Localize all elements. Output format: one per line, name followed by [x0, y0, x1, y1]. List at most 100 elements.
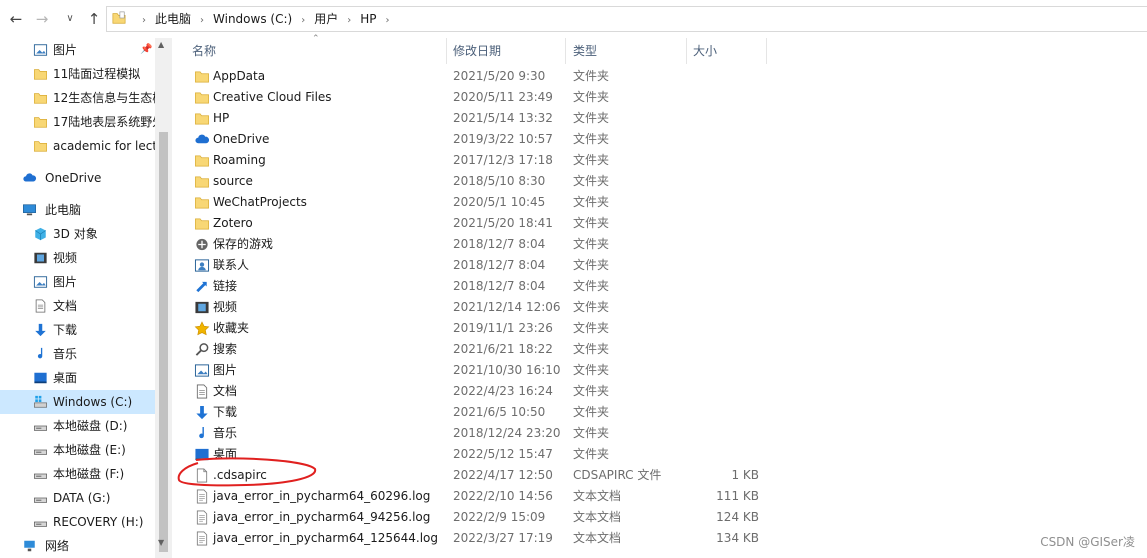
sidebar-scrollbar-thumb[interactable]: [159, 132, 168, 552]
file-type: 文件夹: [573, 153, 610, 167]
text-file-icon: [196, 510, 208, 525]
file-name: java_error_in_pycharm64_60296.log: [213, 489, 431, 503]
scroll-up-arrow-icon[interactable]: ▲: [158, 40, 164, 49]
file-row[interactable]: Creative Cloud Files 2020/5/11 23:49 文件夹: [172, 87, 772, 108]
file-row[interactable]: 链接 2018/12/7 8:04 文件夹: [172, 276, 772, 297]
column-divider[interactable]: [565, 38, 566, 64]
file-row[interactable]: HP 2021/5/14 13:32 文件夹: [172, 108, 772, 129]
breadcrumb-separator-icon[interactable]: ›: [142, 15, 146, 26]
column-date-header[interactable]: 修改日期: [453, 38, 501, 64]
breadcrumb-separator-icon[interactable]: ›: [301, 15, 305, 26]
sidebar-item[interactable]: 音乐: [0, 342, 155, 366]
breadcrumb-separator-icon[interactable]: ›: [200, 15, 204, 26]
sidebar-item[interactable]: 11陆面过程模拟: [0, 62, 155, 86]
file-date: 2021/6/21 18:22: [453, 342, 553, 356]
pictures-icon: [33, 44, 48, 56]
file-row[interactable]: java_error_in_pycharm64_125644.log 2022/3…: [172, 528, 772, 549]
file-name: 文档: [213, 384, 238, 398]
file-row[interactable]: AppData 2021/5/20 9:30 文件夹: [172, 66, 772, 87]
file-row[interactable]: 联系人 2018/12/7 8:04 文件夹: [172, 255, 772, 276]
file-row[interactable]: Zotero 2021/5/20 18:41 文件夹: [172, 213, 772, 234]
file-date: 2017/12/3 17:18: [453, 153, 553, 167]
address-bar[interactable]: › 此电脑 › Windows (C:) › 用户 › HP ›: [106, 6, 1147, 32]
column-size-header[interactable]: 大小: [693, 38, 717, 64]
file-type: 文本文档: [573, 510, 622, 524]
file-size: 1 KB: [731, 468, 759, 482]
forward-arrow-icon[interactable]: →: [32, 9, 52, 29]
file-row[interactable]: WeChatProjects 2020/5/1 10:45 文件夹: [172, 192, 772, 213]
text-file-icon: [196, 531, 208, 546]
folder-icon: [112, 11, 126, 24]
sidebar-item[interactable]: 17陆地表层系统野外: [0, 110, 155, 134]
sidebar-item[interactable]: 此电脑: [0, 198, 155, 222]
file-row[interactable]: java_error_in_pycharm64_94256.log 2022/2/…: [172, 507, 772, 528]
sidebar-item[interactable]: 12生态信息与生态模: [0, 86, 155, 110]
breadcrumb-item[interactable]: 用户: [314, 12, 338, 26]
file-row[interactable]: 下载 2021/6/5 10:50 文件夹: [172, 402, 772, 423]
cloud-icon: [195, 134, 210, 144]
file-name: OneDrive: [213, 132, 270, 146]
file-row[interactable]: 保存的游戏 2018/12/7 8:04 文件夹: [172, 234, 772, 255]
sidebar-item[interactable]: 图片 📌: [0, 38, 155, 62]
file-row[interactable]: 搜索 2021/6/21 18:22 文件夹: [172, 339, 772, 360]
sidebar-item[interactable]: 本地磁盘 (F:): [0, 462, 155, 486]
breadcrumb-item[interactable]: 此电脑: [155, 12, 191, 26]
file-row[interactable]: 图片 2021/10/30 16:10 文件夹: [172, 360, 772, 381]
sidebar-item[interactable]: 下载: [0, 318, 155, 342]
sidebar-item[interactable]: 网络: [0, 534, 155, 558]
sidebar-item[interactable]: academic for lect: [0, 134, 155, 158]
up-arrow-icon[interactable]: ↑: [84, 9, 104, 29]
file-date: 2021/5/20 18:41: [453, 216, 553, 230]
back-arrow-icon[interactable]: ←: [6, 9, 26, 29]
file-row[interactable]: 收藏夹 2019/11/1 23:26 文件夹: [172, 318, 772, 339]
file-row[interactable]: 文档 2022/4/23 16:24 文件夹: [172, 381, 772, 402]
sidebar-item[interactable]: 桌面: [0, 366, 155, 390]
breadcrumb-separator-icon[interactable]: ›: [347, 15, 351, 26]
file-name: java_error_in_pycharm64_94256.log: [213, 510, 431, 524]
sidebar-item[interactable]: 本地磁盘 (D:): [0, 414, 155, 438]
scroll-down-arrow-icon[interactable]: ▼: [158, 538, 164, 547]
column-divider[interactable]: [686, 38, 687, 64]
file-type: 文件夹: [573, 321, 610, 335]
sidebar-item[interactable]: DATA (G:): [0, 486, 155, 510]
breadcrumb-item[interactable]: HP: [360, 12, 376, 26]
file-row[interactable]: 桌面 2022/5/12 15:47 文件夹: [172, 444, 772, 465]
file-type: 文件夹: [573, 279, 610, 293]
file-row[interactable]: 音乐 2018/12/24 23:20 文件夹: [172, 423, 772, 444]
sidebar-item[interactable]: Windows (C:): [0, 390, 155, 414]
cloud-icon: [23, 173, 37, 182]
file-name: 音乐: [213, 426, 238, 440]
pin-icon[interactable]: 📌: [140, 38, 152, 62]
file-row[interactable]: java_error_in_pycharm64_60296.log 2022/2/…: [172, 486, 772, 507]
file-row[interactable]: .cdsapirc 2022/4/17 12:50 CDSAPIRC 文件 1 KB: [172, 465, 772, 486]
column-name-header[interactable]: 名称: [192, 38, 216, 64]
sidebar-item[interactable]: 本地磁盘 (E:): [0, 438, 155, 462]
sidebar-item[interactable]: RECOVERY (H:): [0, 510, 155, 534]
file-name: .cdsapirc: [213, 468, 267, 482]
file-type: 文件夹: [573, 195, 610, 209]
sidebar-item[interactable]: OneDrive: [0, 166, 155, 190]
file-row[interactable]: Roaming 2017/12/3 17:18 文件夹: [172, 150, 772, 171]
sidebar-item[interactable]: 图片: [0, 270, 155, 294]
sidebar-item[interactable]: 文档: [0, 294, 155, 318]
music-icon: [37, 347, 43, 359]
breadcrumb-item[interactable]: Windows (C:): [213, 12, 292, 26]
breadcrumb-separator-icon[interactable]: ›: [385, 15, 389, 26]
column-divider[interactable]: [446, 38, 447, 64]
sidebar-item-label: Windows (C:): [53, 395, 133, 409]
sidebar-item-label: academic for lect: [53, 139, 155, 153]
column-type-header[interactable]: 类型: [573, 38, 597, 64]
file-type: 文件夹: [573, 447, 610, 461]
file-date: 2019/11/1 23:26: [453, 321, 553, 335]
sidebar-item[interactable]: 3D 对象: [0, 222, 155, 246]
file-row[interactable]: OneDrive 2019/3/22 10:57 文件夹: [172, 129, 772, 150]
sidebar-item[interactable]: 视频: [0, 246, 155, 270]
column-divider[interactable]: [766, 38, 767, 64]
download-icon: [196, 405, 208, 420]
sidebar-item-label: 此电脑: [45, 203, 82, 217]
recent-locations-chevron-icon[interactable]: ∨: [60, 9, 80, 29]
file-row[interactable]: 视频 2021/12/14 12:06 文件夹: [172, 297, 772, 318]
file-row[interactable]: source 2018/5/10 8:30 文件夹: [172, 171, 772, 192]
file-type: 文件夹: [573, 426, 610, 440]
sidebar-scrollbar[interactable]: ▲ ▼: [155, 38, 172, 558]
